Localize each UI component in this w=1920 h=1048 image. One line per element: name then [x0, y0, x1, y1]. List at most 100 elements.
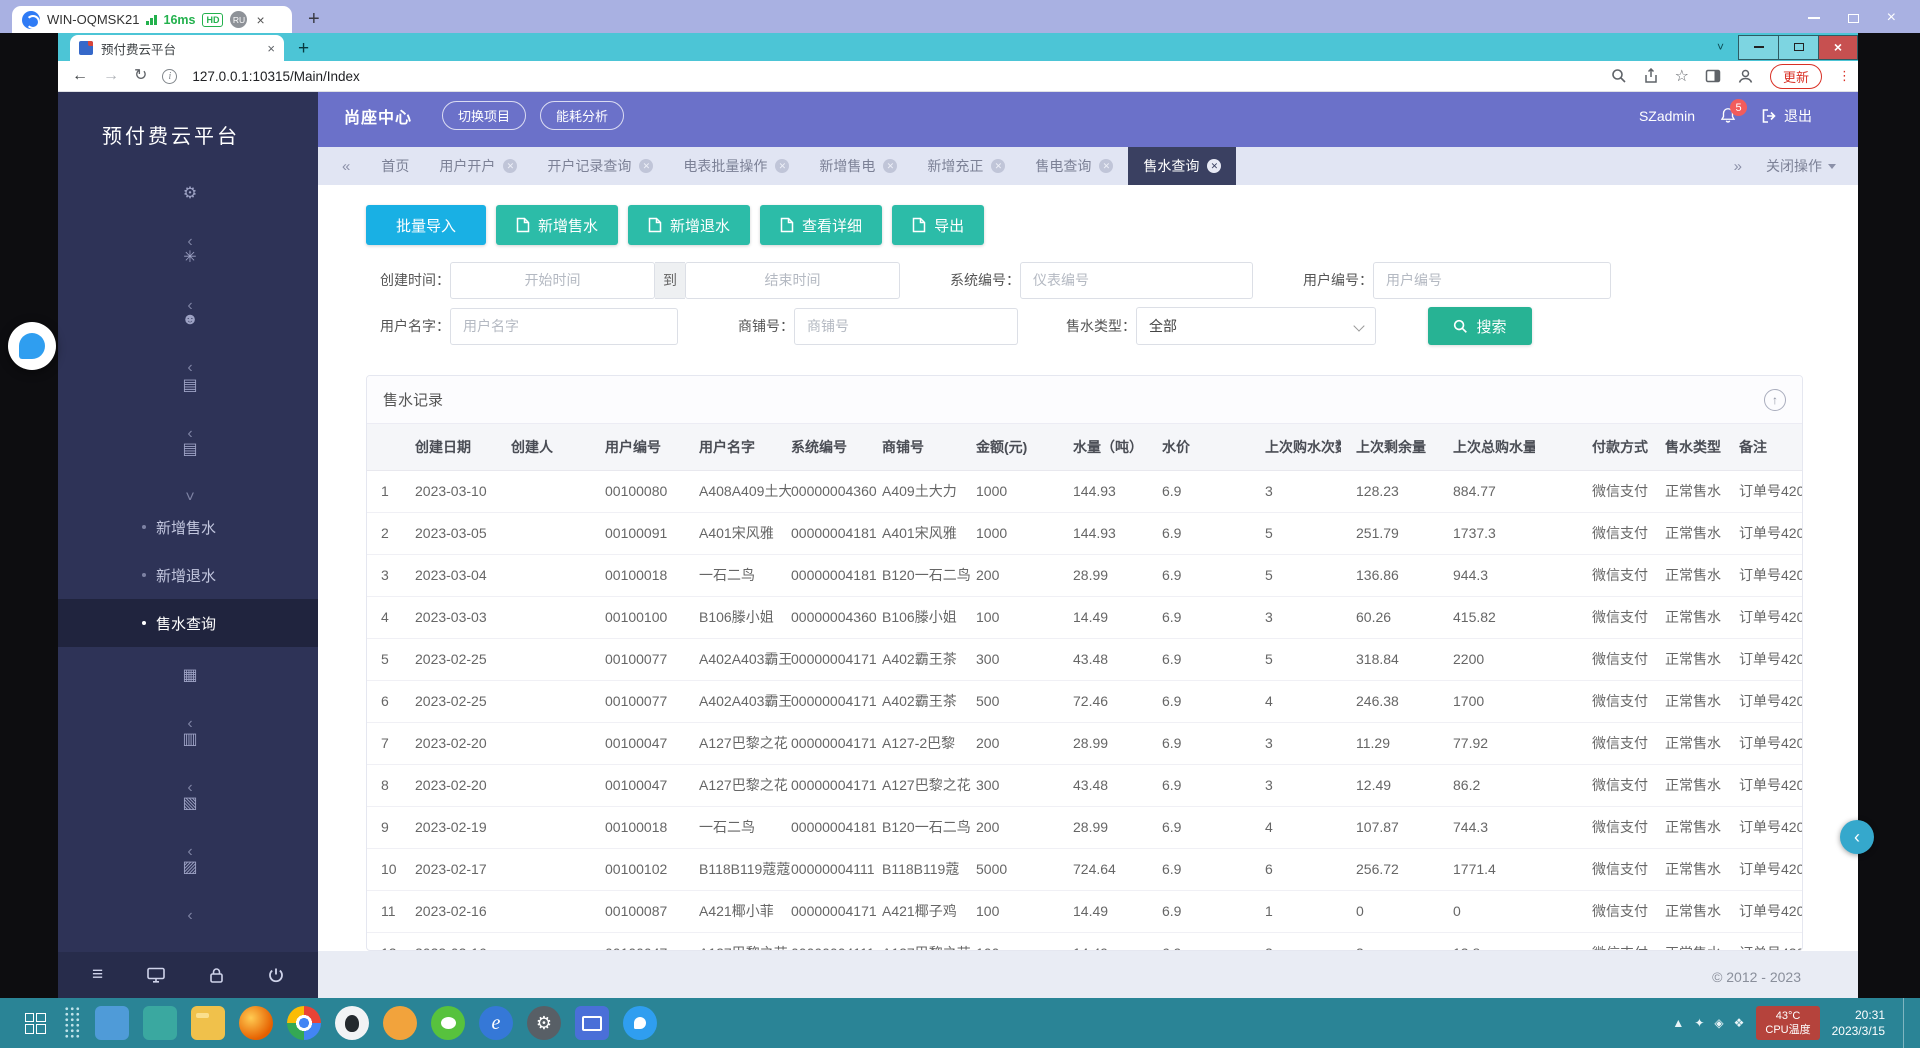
table-row[interactable]: 12 2023-02-16 00100047 A127巴黎之花 00000004…: [367, 932, 1803, 951]
tray-icon[interactable]: ✦: [1694, 1016, 1704, 1030]
bookmark-star-icon[interactable]: ☆: [1675, 66, 1689, 86]
sidebar-item[interactable]: 售水查询: [58, 599, 318, 647]
browser-update-button[interactable]: 更新: [1770, 64, 1822, 89]
system-no-input[interactable]: [1020, 262, 1253, 299]
edge-handle-chevron[interactable]: ‹: [1840, 820, 1874, 854]
end-time-input[interactable]: [685, 262, 900, 299]
forward-icon[interactable]: →: [103, 68, 119, 84]
taskbar-printer-icon[interactable]: [95, 1006, 129, 1040]
sidebar-item[interactable]: ▥ 水报表中心 ‹: [58, 729, 318, 781]
shop-no-input[interactable]: [794, 308, 1018, 345]
workspace-tab-close-icon[interactable]: ✕: [775, 159, 789, 173]
workspace-tab[interactable]: 售水查询 ✕: [1128, 147, 1236, 185]
zoom-icon[interactable]: [1611, 68, 1627, 84]
table-row[interactable]: 4 2023-03-03 00100100 B106滕小姐 0000000436…: [367, 596, 1803, 638]
column-header[interactable]: 售水类型: [1665, 424, 1739, 470]
table-row[interactable]: 9 2023-02-19 00100018 一石二鸟 00000004181 B…: [367, 806, 1803, 848]
column-header[interactable]: 商铺号: [882, 424, 976, 470]
taskbar-folder-icon[interactable]: [191, 1006, 225, 1040]
back-icon[interactable]: ←: [72, 68, 88, 84]
table-row[interactable]: 2 2023-03-05 00100091 A401宋风雅 0000000418…: [367, 512, 1803, 554]
view-detail-button[interactable]: 查看详细: [760, 205, 882, 245]
column-header[interactable]: 金额(元): [976, 424, 1073, 470]
user-name-input[interactable]: [450, 308, 678, 345]
collapse-arrow-icon[interactable]: ↑: [1764, 389, 1786, 411]
close-icon[interactable]: ×: [1887, 13, 1896, 23]
power-icon[interactable]: [268, 967, 284, 983]
column-header[interactable]: [367, 424, 415, 470]
header-pill-button[interactable]: 切换项目: [442, 101, 526, 130]
tabs-scroll-left-icon[interactable]: «: [342, 158, 350, 175]
taskbar-settings-icon[interactable]: ⚙: [527, 1006, 561, 1040]
column-header[interactable]: 创建人: [511, 424, 605, 470]
monitor-icon[interactable]: [147, 967, 165, 983]
sidebar-item[interactable]: ✳ 用户管理 ‹: [58, 247, 318, 299]
taskbar-wechat-icon[interactable]: [431, 1006, 465, 1040]
tray-icon[interactable]: ▲: [1672, 1016, 1684, 1030]
sidebar-item[interactable]: ⚙ 系统配置 ‹: [58, 183, 318, 235]
sidebar-item[interactable]: ▤ 售电管理 ‹: [58, 375, 318, 427]
column-header[interactable]: 付款方式: [1592, 424, 1665, 470]
workspace-tab-close-icon[interactable]: ✕: [991, 159, 1005, 173]
workspace-tab[interactable]: 新增售电 ✕: [804, 147, 912, 185]
workspace-tab[interactable]: 电表批量操作 ✕: [668, 147, 804, 185]
workspace-tab[interactable]: 用户开户 ✕: [424, 147, 532, 185]
reload-icon[interactable]: ↻: [134, 68, 147, 84]
workspace-tab[interactable]: 开户记录查询 ✕: [532, 147, 668, 185]
workspace-tab-close-icon[interactable]: ✕: [883, 159, 897, 173]
minimize-icon[interactable]: [1808, 17, 1820, 19]
sidebar-item[interactable]: ☻ 个人设置 ‹: [58, 311, 318, 363]
todesk-floating-ball[interactable]: [8, 322, 56, 370]
show-desktop-button[interactable]: [1903, 998, 1912, 1048]
new-session-button[interactable]: +: [308, 9, 320, 29]
column-header[interactable]: 水量（吨）: [1073, 424, 1162, 470]
close-operations-dropdown[interactable]: 关闭操作: [1766, 156, 1836, 176]
add-water-sale-button[interactable]: 新增售水: [496, 205, 618, 245]
start-button[interactable]: [14, 1003, 56, 1043]
column-header[interactable]: 水价: [1162, 424, 1265, 470]
url-text[interactable]: 127.0.0.1:10315/Main/Index: [192, 69, 1595, 84]
table-row[interactable]: 3 2023-03-04 00100018 一石二鸟 00000004181 B…: [367, 554, 1803, 596]
taskbar-ie-icon[interactable]: e: [479, 1006, 513, 1040]
workspace-tab-close-icon[interactable]: ✕: [503, 159, 517, 173]
tab-close-icon[interactable]: ×: [267, 41, 275, 56]
table-row[interactable]: 11 2023-02-16 00100087 A421椰小菲 000000041…: [367, 890, 1803, 932]
taskbar-todesk-icon[interactable]: [623, 1006, 657, 1040]
cpu-temp-badge[interactable]: 43°C CPU温度: [1756, 1006, 1819, 1041]
site-info-icon[interactable]: i: [162, 69, 177, 84]
browser-menu-icon[interactable]: ⋮: [1838, 74, 1844, 78]
sidebar-item[interactable]: ▤ 售水管理 ˅: [58, 439, 318, 491]
search-button[interactable]: 搜索: [1428, 307, 1532, 345]
table-row[interactable]: 6 2023-02-25 00100077 A402A403霸王茶 000000…: [367, 680, 1803, 722]
taskbar-firefox-icon[interactable]: [239, 1006, 273, 1040]
column-header[interactable]: 用户编号: [605, 424, 699, 470]
browser-tab[interactable]: 预付费云平台 ×: [70, 35, 284, 61]
user-no-input[interactable]: [1373, 262, 1611, 299]
side-panel-icon[interactable]: [1705, 68, 1721, 84]
taskbar-clock[interactable]: 20:31 2023/3/15: [1832, 1007, 1885, 1039]
water-type-select[interactable]: 全部: [1136, 307, 1376, 345]
browser-minimize-button[interactable]: [1738, 35, 1778, 60]
menu-collapse-icon[interactable]: ≡: [92, 964, 103, 986]
table-row[interactable]: 8 2023-02-20 00100047 A127巴黎之花 000000041…: [367, 764, 1803, 806]
profile-icon[interactable]: [1737, 68, 1754, 85]
table-row[interactable]: 10 2023-02-17 00100102 B118B119蔻蔻 000000…: [367, 848, 1803, 890]
column-header[interactable]: 用户名字: [699, 424, 791, 470]
sidebar-item[interactable]: ▨ 批量下发 ‹: [58, 857, 318, 909]
tabs-scroll-right-icon[interactable]: »: [1734, 158, 1742, 175]
table-row[interactable]: 1 2023-03-10 00100080 A408A409土大力 000000…: [367, 470, 1803, 512]
taskbar-remote-icon[interactable]: [575, 1006, 609, 1040]
sidebar-item[interactable]: ▦ 电报表中心 ‹: [58, 665, 318, 717]
taskbar-qq-icon[interactable]: [335, 1006, 369, 1040]
column-header[interactable]: 上次剩余量: [1356, 424, 1453, 470]
share-icon[interactable]: [1643, 68, 1659, 84]
workspace-tab-close-icon[interactable]: ✕: [1099, 159, 1113, 173]
tray-icon[interactable]: ❖: [1734, 1016, 1745, 1030]
taskbar-game-icon[interactable]: [383, 1006, 417, 1040]
tray-icon[interactable]: ◈: [1714, 1016, 1723, 1030]
session-close-icon[interactable]: ×: [256, 12, 264, 28]
sidebar-item[interactable]: 新增退水: [58, 551, 318, 599]
sidebar-item[interactable]: 新增售水: [58, 503, 318, 551]
chevron-down-icon[interactable]: ˅: [1717, 40, 1724, 54]
taskbar-chrome-icon[interactable]: [287, 1006, 321, 1040]
